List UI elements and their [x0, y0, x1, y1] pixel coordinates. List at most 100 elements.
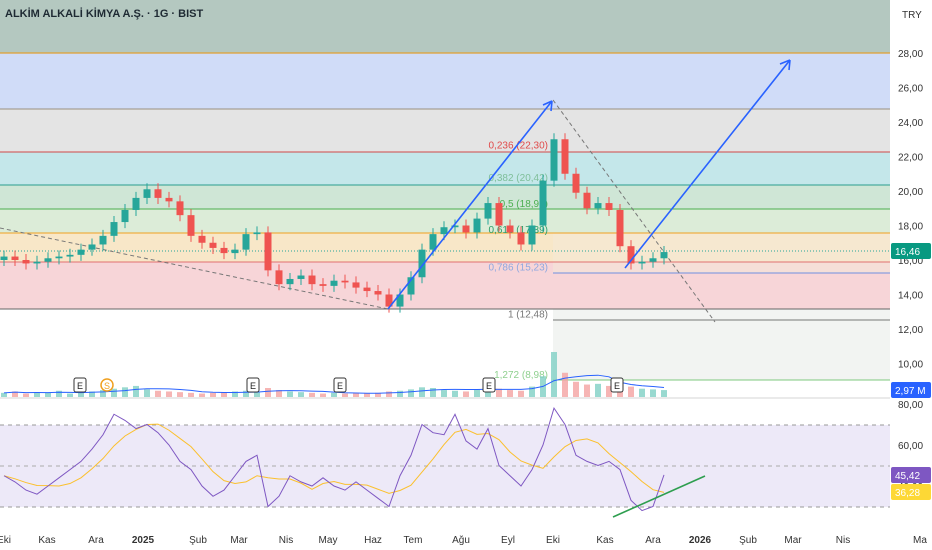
volume-bar	[562, 372, 568, 397]
candle-body	[154, 189, 162, 198]
earnings-event-marker[interactable]: E	[482, 377, 496, 393]
y-tick-label: 28,00	[898, 49, 923, 60]
candle-body	[264, 232, 272, 271]
candle-body	[495, 203, 503, 226]
volume-bar	[45, 392, 51, 397]
y-tick-label: 12,00	[898, 325, 923, 336]
y-tick-label: 18,00	[898, 222, 923, 233]
x-tick-label: Nis	[279, 535, 293, 546]
volume-bar	[463, 391, 469, 397]
rsi-y-tick-label: 60,00	[898, 441, 923, 452]
candle-body	[297, 275, 305, 279]
candle-body	[110, 222, 118, 236]
candle-body	[649, 258, 657, 262]
volume-bar	[397, 390, 403, 397]
candle-body	[616, 209, 624, 247]
volume-bar	[166, 391, 172, 397]
candle-body	[374, 291, 382, 295]
volume-bar	[133, 385, 139, 397]
y-tick-label: 24,00	[898, 118, 923, 129]
volume-bar	[298, 392, 304, 397]
volume-bar	[551, 352, 557, 397]
x-tick-label: Şub	[739, 535, 757, 546]
volume-bar	[573, 381, 579, 397]
earnings-event-marker[interactable]: E	[610, 377, 624, 393]
fib-level-label: 1 (12,48)	[508, 310, 548, 321]
candle-body	[473, 218, 481, 233]
volume-bar	[584, 384, 590, 397]
x-tick-label: Ara	[88, 535, 104, 546]
last-price-tag-text: 16,46	[895, 247, 920, 258]
event-label: E	[250, 381, 256, 391]
volume-bar	[320, 393, 326, 397]
volume-tag: 2,97 M	[891, 382, 931, 398]
rsi-ma-tag-text: 36,28	[895, 488, 920, 499]
split-event-marker[interactable]: S	[100, 378, 114, 392]
candle-body	[539, 180, 547, 226]
x-tick-label: Ara	[645, 535, 661, 546]
candle-body	[363, 287, 371, 292]
fib-level-label: 0,236 (22,30)	[489, 140, 549, 151]
candle-body	[99, 235, 107, 245]
earnings-event-marker[interactable]: E	[73, 377, 87, 393]
earnings-event-marker[interactable]: E	[246, 377, 260, 393]
rsi-value-tag-text: 45,42	[895, 471, 920, 482]
x-tick-label: Eyl	[501, 535, 515, 546]
candle-body	[22, 260, 30, 264]
volume-bar	[496, 388, 502, 397]
volume-bar	[111, 388, 117, 397]
candle	[616, 203, 624, 253]
candle-body	[319, 284, 327, 286]
volume-bar	[254, 392, 260, 397]
x-tick-label: Nis	[836, 535, 850, 546]
candle-body	[209, 242, 217, 248]
volume-bar	[419, 387, 425, 397]
volume-bar	[661, 390, 667, 397]
rsi-ma-tag: 36,28	[891, 484, 931, 500]
candle-body	[176, 201, 184, 216]
volume-bar	[452, 390, 458, 397]
fib-level-label: 0,786 (15,23)	[489, 262, 549, 273]
candle-body	[33, 261, 41, 264]
x-tick-label: Kas	[596, 535, 613, 546]
candle-body	[352, 282, 360, 288]
candle-body	[660, 252, 668, 259]
candle-body	[242, 234, 250, 250]
x-tick-label: Haz	[364, 535, 382, 546]
volume-bar	[144, 389, 150, 397]
x-tick-label: Ma	[913, 535, 927, 546]
volume-bar	[199, 393, 205, 397]
candle-body	[440, 227, 448, 235]
volume-bar	[23, 393, 29, 397]
y-tick-label: 26,00	[898, 84, 923, 95]
candle-body	[88, 244, 96, 250]
earnings-event-marker[interactable]: E	[333, 377, 347, 393]
candle-body	[77, 249, 85, 255]
price-chart[interactable]: 0,236 (22,30)0,382 (20,42)0,5 (18,91)0,6…	[0, 0, 932, 550]
y-tick-label: 10,00	[898, 360, 923, 371]
candle-body	[308, 275, 316, 285]
event-label: E	[77, 381, 83, 391]
volume-bar	[507, 390, 513, 397]
event-label: E	[486, 381, 492, 391]
volume-bar	[309, 392, 315, 397]
candle-body	[275, 270, 283, 285]
y-tick-label: 20,00	[898, 187, 923, 198]
volume-tag-text: 2,97 M	[895, 386, 926, 397]
candle-body	[638, 261, 646, 264]
candle-body	[462, 225, 470, 233]
volume-bar	[364, 393, 370, 397]
volume-bar	[122, 387, 128, 397]
volume-bar	[518, 390, 524, 397]
x-tick-label: Eki	[546, 535, 560, 546]
candle	[264, 226, 272, 277]
rsi-band	[0, 425, 890, 507]
volume-bar	[67, 393, 73, 397]
candle-body	[517, 232, 525, 245]
y-tick-label: 14,00	[898, 291, 923, 302]
volume-bar	[265, 388, 271, 397]
x-tick-label: Tem	[404, 535, 423, 546]
event-label: E	[337, 381, 343, 391]
volume-bar	[650, 389, 656, 397]
candle-body	[121, 209, 129, 223]
